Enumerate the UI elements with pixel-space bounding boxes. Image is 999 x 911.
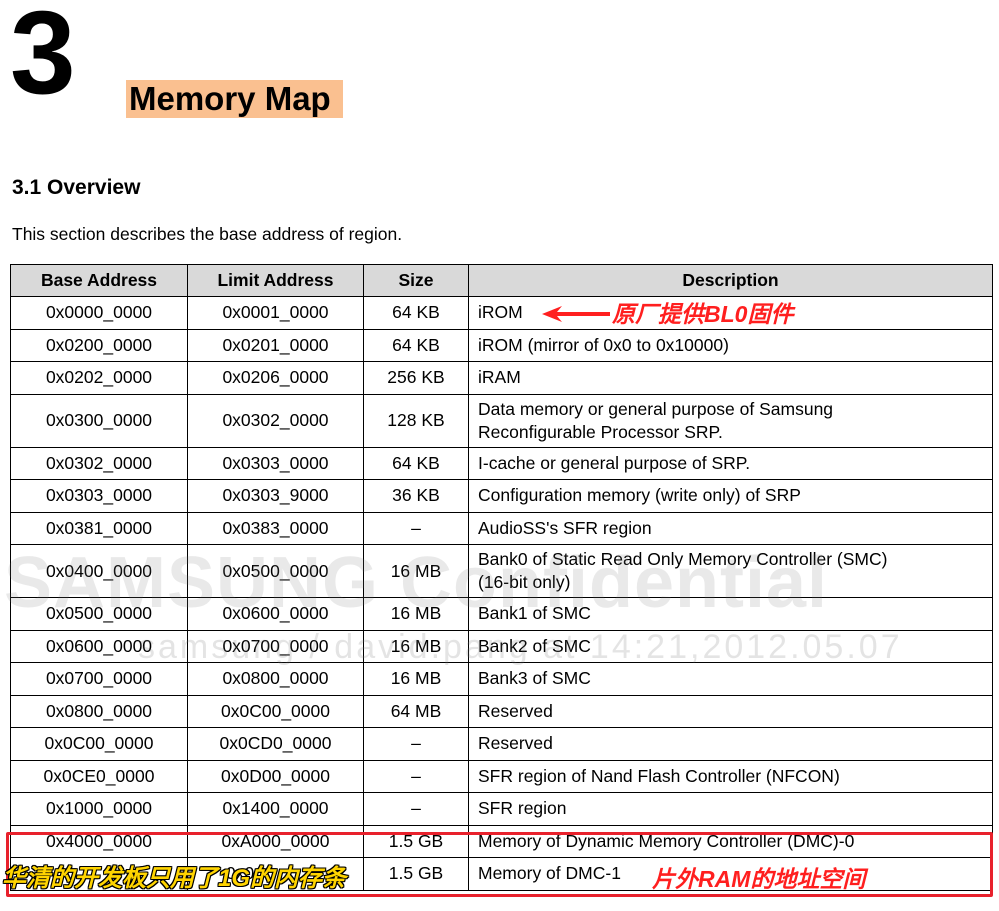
memory-map-table: Base Address Limit Address Size Descript… <box>10 264 993 891</box>
limit-address-cell: 0x0303_9000 <box>187 479 364 513</box>
description-cell: SFR region <box>468 792 993 826</box>
red-arrow-icon <box>542 306 610 322</box>
table-row: 0x0800_0000 0x0C00_0000 64 MB Reserved <box>10 694 993 728</box>
table-row: 0x4000_0000 0xA000_0000 1.5 GB Memory of… <box>10 824 993 858</box>
column-header-size: Size <box>363 264 469 297</box>
table-row: 0x0C00_0000 0x0CD0_0000 – Reserved <box>10 727 993 761</box>
description-line-1: Data memory or general purpose of Samsun… <box>478 398 834 419</box>
limit-address-cell: 0xA000_0000 <box>187 824 364 858</box>
description-cell: AudioSS's SFR region <box>468 511 993 545</box>
table-row: 0x0000_0000 0x0001_0000 64 KB iROM <box>10 296 993 330</box>
base-address-cell: 0x0200_0000 <box>10 328 188 362</box>
size-cell: 64 KB <box>363 446 469 480</box>
description-cell: Memory of Dynamic Memory Controller (DMC… <box>468 824 993 858</box>
description-cell: iRAM <box>468 361 993 395</box>
table-header-row: Base Address Limit Address Size Descript… <box>10 264 993 297</box>
base-address-cell: 0x0302_0000 <box>10 446 188 480</box>
base-address-cell: 0x4000_0000 <box>10 824 188 858</box>
limit-address-cell: 0x0500_0000 <box>187 544 364 598</box>
description-cell: I-cache or general purpose of SRP. <box>468 446 993 480</box>
description-cell: SFR region of Nand Flash Controller (NFC… <box>468 759 993 793</box>
size-cell: – <box>363 759 469 793</box>
table-row: 0x0CE0_0000 0x0D00_0000 – SFR region of … <box>10 759 993 793</box>
description-cell: Bank0 of Static Read Only Memory Control… <box>468 544 993 598</box>
description-cell: Data memory or general purpose of Samsun… <box>468 393 993 448</box>
limit-address-cell: 0x0383_0000 <box>187 511 364 545</box>
table-row: 0x0300_0000 0x0302_0000 128 KB Data memo… <box>10 393 993 448</box>
base-address-cell: 0x1000_0000 <box>10 792 188 826</box>
limit-address-cell: 0x0303_0000 <box>187 446 364 480</box>
limit-address-cell: 0x0201_0000 <box>187 328 364 362</box>
base-address-cell: 0x0800_0000 <box>10 694 188 728</box>
size-cell: – <box>363 727 469 761</box>
base-address-cell: 0x0202_0000 <box>10 361 188 395</box>
description-cell: Bank1 of SMC <box>468 597 993 631</box>
description-cell: Configuration memory (write only) of SRP <box>468 479 993 513</box>
size-cell: 128 KB <box>363 393 469 448</box>
description-cell: Bank3 of SMC <box>468 662 993 696</box>
table-row: 0x0500_0000 0x0600_0000 16 MB Bank1 of S… <box>10 597 993 631</box>
description-cell: iROM (mirror of 0x0 to 0x10000) <box>468 328 993 362</box>
base-address-cell: 0x0500_0000 <box>10 597 188 631</box>
description-line-2: (16-bit only) <box>478 572 571 592</box>
size-cell: – <box>363 511 469 545</box>
table-row: 0x0400_0000 0x0500_0000 16 MB Bank0 of S… <box>10 544 993 598</box>
limit-address-cell: 0x1400_0000 <box>187 792 364 826</box>
base-address-cell: 0x0000_0000 <box>10 296 188 330</box>
description-cell: Reserved <box>468 727 993 761</box>
size-cell: 1.5 GB <box>363 857 469 891</box>
table-row: 0x0381_0000 0x0383_0000 – AudioSS's SFR … <box>10 511 993 545</box>
limit-address-cell: 0x0C00_0000 <box>187 694 364 728</box>
size-cell: 256 KB <box>363 361 469 395</box>
limit-address-cell: 0x0800_0000 <box>187 662 364 696</box>
chapter-number: 3 <box>10 0 76 119</box>
size-cell: 16 MB <box>363 544 469 598</box>
size-cell: 1.5 GB <box>363 824 469 858</box>
size-cell: 36 KB <box>363 479 469 513</box>
table-row: 0x0302_0000 0x0303_0000 64 KB I-cache or… <box>10 446 993 480</box>
size-cell: 16 MB <box>363 597 469 631</box>
limit-address-cell: 0x0CD0_0000 <box>187 727 364 761</box>
base-address-cell: 0x0381_0000 <box>10 511 188 545</box>
section-intro: This section describes the base address … <box>12 224 403 244</box>
table-row: 0x0700_0000 0x0800_0000 16 MB Bank3 of S… <box>10 662 993 696</box>
base-address-cell: 0x0700_0000 <box>10 662 188 696</box>
description-line-1: Bank0 of Static Read Only Memory Control… <box>478 549 888 569</box>
table-row: 0x0303_0000 0x0303_9000 36 KB Configurat… <box>10 479 993 513</box>
annotation-board-note: 华清的开发板只用了1G的内存条 <box>2 865 347 892</box>
base-address-cell: 0x0300_0000 <box>10 393 188 448</box>
size-cell: 64 MB <box>363 694 469 728</box>
annotation-irom-note: 原厂提供BL0固件 <box>612 301 794 327</box>
size-cell: 16 MB <box>363 662 469 696</box>
limit-address-cell: 0x0302_0000 <box>187 393 364 448</box>
table-row: 0x0202_0000 0x0206_0000 256 KB iRAM <box>10 361 993 395</box>
base-address-cell: 0x0400_0000 <box>10 544 188 598</box>
table-row: 0x0600_0000 0x0700_0000 16 MB Bank2 of S… <box>10 629 993 663</box>
chapter-title: Memory Map <box>126 80 343 118</box>
table-row: 0x0200_0000 0x0201_0000 64 KB iROM (mirr… <box>10 328 993 362</box>
size-cell: 64 KB <box>363 328 469 362</box>
description-cell: Reserved <box>468 694 993 728</box>
limit-address-cell: 0x0001_0000 <box>187 296 364 330</box>
base-address-cell: 0x0303_0000 <box>10 479 188 513</box>
annotation-ram-note: 片外RAM的地址空间 <box>652 866 866 892</box>
description-line-2: Reconfigurable Processor SRP. <box>478 421 723 442</box>
table-row: 0x1000_0000 0x1400_0000 – SFR region <box>10 792 993 826</box>
base-address-cell: 0x0600_0000 <box>10 629 188 663</box>
limit-address-cell: 0x0700_0000 <box>187 629 364 663</box>
size-cell: 16 MB <box>363 629 469 663</box>
section-heading: 3.1 Overview <box>12 176 141 199</box>
size-cell: 64 KB <box>363 296 469 330</box>
description-cell: Bank2 of SMC <box>468 629 993 663</box>
limit-address-cell: 0x0206_0000 <box>187 361 364 395</box>
column-header-limit: Limit Address <box>187 264 364 297</box>
base-address-cell: 0x0CE0_0000 <box>10 759 188 793</box>
column-header-base: Base Address <box>10 264 188 297</box>
limit-address-cell: 0x0600_0000 <box>187 597 364 631</box>
size-cell: – <box>363 792 469 826</box>
limit-address-cell: 0x0D00_0000 <box>187 759 364 793</box>
base-address-cell: 0x0C00_0000 <box>10 727 188 761</box>
column-header-description: Description <box>468 264 993 297</box>
